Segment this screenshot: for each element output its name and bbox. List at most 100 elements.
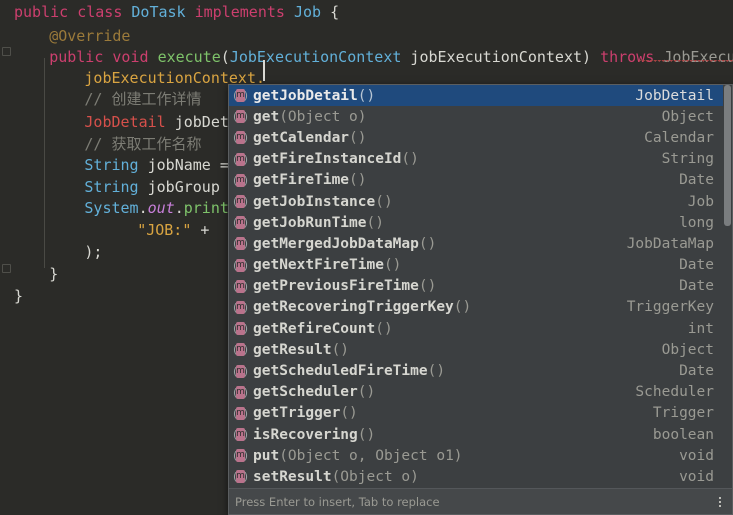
- completion-item-name: getPreviousFireTime: [253, 278, 419, 295]
- completion-item[interactable]: (m) getNextFireTime() Date: [229, 255, 732, 276]
- code-token: }: [49, 265, 59, 283]
- completion-item[interactable]: (m) getPreviousFireTime() Date: [229, 276, 732, 297]
- completion-item-args: (): [418, 235, 437, 252]
- method-icon: (m): [233, 110, 248, 124]
- completion-item[interactable]: (m) getRefireCount() int: [229, 318, 732, 339]
- completion-item[interactable]: (m) getRecoveringTriggerKey() TriggerKey: [229, 297, 732, 318]
- code-token: jobExecutionContext: [401, 48, 583, 66]
- completion-item-type: boolean: [652, 426, 714, 443]
- code-token: // 获取工作名称: [84, 135, 202, 153]
- completion-item[interactable]: (m) getJobRunTime() long: [229, 212, 732, 233]
- completion-item[interactable]: (m) getJobInstance() Job: [229, 191, 732, 212]
- completion-item-type: Date: [679, 172, 714, 189]
- code-token: JobExecutionContext: [229, 48, 402, 66]
- completion-item-name: getNextFireTime: [253, 257, 384, 274]
- code-token: }: [14, 287, 24, 305]
- method-icon: (m): [233, 216, 248, 230]
- code-line: System.out.printl: [84, 196, 238, 221]
- completion-item-args: (): [357, 87, 376, 104]
- method-icon: (m): [233, 152, 248, 166]
- fold-toggle-icon[interactable]: [2, 47, 11, 56]
- ide-window: public class DoTask implements Job {@Ove…: [0, 0, 733, 515]
- completion-scrollbar[interactable]: [723, 85, 732, 489]
- completion-item-type: Object: [661, 341, 714, 358]
- completion-item[interactable]: (m) getCalendar() Calendar: [229, 127, 732, 148]
- completion-item-type: void: [679, 468, 714, 485]
- completion-item-type: int: [687, 320, 714, 337]
- completion-item[interactable]: (m) getFireInstanceId() String: [229, 149, 732, 170]
- completion-item[interactable]: (m) get(Object o) Object: [229, 106, 732, 127]
- completion-item-name: getJobRunTime: [253, 214, 367, 231]
- completion-item-name: getScheduler: [253, 384, 358, 401]
- completion-item-args: (): [349, 129, 367, 146]
- completion-item[interactable]: (m) setResult(Object o) void: [229, 466, 732, 487]
- method-icon: (m): [233, 364, 248, 378]
- completion-item[interactable]: (m) getMergedJobDataMap() JobDataMap: [229, 233, 732, 254]
- code-token: void: [112, 48, 149, 66]
- completion-item-args: (): [340, 405, 358, 422]
- completion-item-args: (): [357, 384, 376, 401]
- code-token: );: [84, 243, 103, 261]
- completion-item-args: (Object o): [331, 468, 419, 485]
- code-completion-popup[interactable]: (m)getJobDetail()JobDetail (m) get (Object …: [228, 84, 733, 515]
- completion-item-selected[interactable]: (m) getJobDetail() JobDetail: [229, 85, 732, 107]
- completion-item-name: getCalendar: [253, 129, 350, 146]
- method-icon: (m): [233, 385, 248, 399]
- completion-item[interactable]: (m) getScheduler() Scheduler: [229, 382, 732, 403]
- completion-item-type: TriggerKey: [626, 299, 714, 316]
- fold-toggle-icon[interactable]: [2, 264, 11, 273]
- code-token: JobDetail: [84, 113, 166, 131]
- completion-item-name: get: [253, 108, 280, 125]
- completion-item-type: Job: [687, 193, 714, 210]
- completion-item-name: setResult: [253, 468, 332, 485]
- method-icon: (m): [233, 428, 248, 442]
- completion-item-args: (): [418, 278, 437, 295]
- completion-item[interactable]: (m) getScheduledFireTime() Date: [229, 360, 732, 381]
- completion-item-name: put: [253, 447, 280, 464]
- method-icon: (m): [233, 279, 248, 293]
- completion-item-args: (): [383, 257, 402, 274]
- completion-item-args: (): [401, 151, 419, 168]
- completion-item[interactable]: (m) getResult() Object: [229, 339, 732, 360]
- code-line: }: [49, 262, 58, 287]
- completion-item-type: Trigger: [652, 405, 714, 422]
- completion-item-type: Object: [661, 108, 714, 125]
- completion-list[interactable]: (m)getJobDetail()JobDetail (m) get (Object …: [229, 85, 732, 489]
- error-squiggle-icon: [639, 60, 733, 63]
- code-token: .: [174, 199, 184, 217]
- completion-item-name: getFireInstanceId: [253, 151, 402, 168]
- completion-item[interactable]: (m) getFireTime() Date: [229, 170, 732, 191]
- completion-item-type: Date: [679, 278, 714, 295]
- completion-item[interactable]: (m) getTrigger() Trigger: [229, 403, 732, 424]
- completion-item-args: (Object o, Object o1): [279, 447, 463, 464]
- completion-item-args: (): [331, 341, 350, 358]
- completion-scrollbar-thumb[interactable]: [724, 85, 731, 226]
- method-icon: (m): [233, 470, 248, 484]
- code-token: ): [582, 48, 592, 66]
- completion-item-name: getTrigger: [253, 405, 341, 422]
- completion-item-type: void: [679, 447, 714, 464]
- completion-hint-text: Press Enter to insert, Tab to replace: [235, 494, 440, 509]
- completion-item-type: Scheduler: [635, 384, 714, 401]
- code-token: {: [330, 3, 340, 21]
- code-token: .: [138, 199, 148, 217]
- code-line: );: [84, 240, 102, 265]
- code-token: jobGroup: [138, 178, 229, 196]
- completion-item[interactable]: (m) put(Object o, Object o1) void: [229, 445, 732, 466]
- completion-item-args: (): [357, 426, 376, 443]
- code-token: JobExecut: [663, 48, 733, 66]
- code-line: }: [14, 284, 23, 309]
- method-icon: (m): [233, 131, 248, 145]
- completion-item[interactable]: (m) isRecovering() boolean: [229, 424, 732, 445]
- completion-item-name: isRecovering: [253, 426, 358, 443]
- code-token: +: [191, 221, 219, 239]
- code-token: "JOB:": [137, 221, 192, 239]
- vertical-ellipsis-icon[interactable]: [714, 494, 726, 510]
- code-token: jobName: [138, 156, 220, 174]
- editor-gutter[interactable]: [0, 0, 14, 515]
- code-token: public: [49, 48, 104, 66]
- method-icon: (m): [233, 173, 248, 187]
